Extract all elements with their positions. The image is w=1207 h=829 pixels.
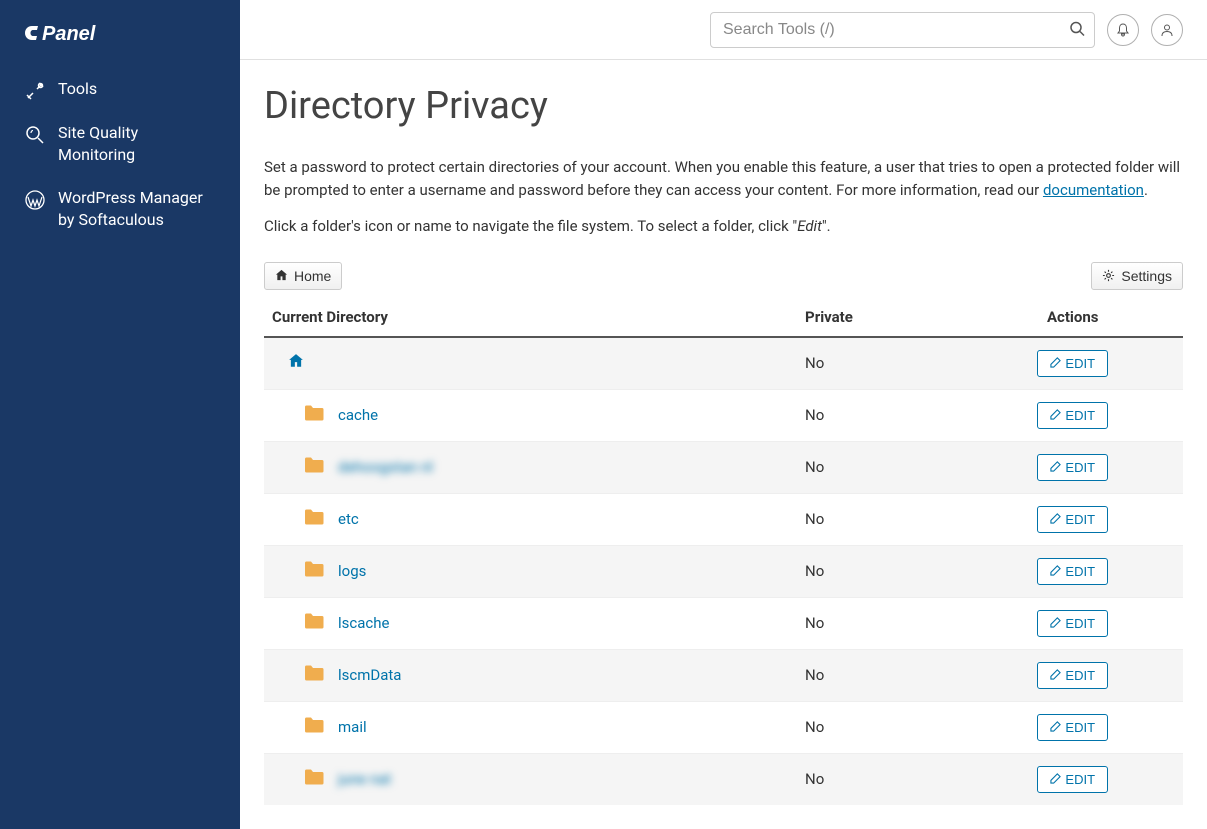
edit-button[interactable]: EDIT (1037, 766, 1108, 793)
documentation-link[interactable]: documentation (1043, 181, 1144, 199)
directory-name-link[interactable]: cache (338, 406, 378, 424)
home-button[interactable]: Home (264, 262, 342, 290)
pencil-icon (1050, 720, 1061, 735)
private-value: No (797, 597, 962, 649)
main-content: Directory Privacy Set a password to prot… (240, 0, 1207, 829)
gear-icon (1102, 269, 1115, 282)
cpanel-logo-icon: Panel (24, 20, 142, 48)
sidebar-item-label: Site Quality Monitoring (58, 122, 216, 167)
svg-text:Panel: Panel (42, 23, 96, 45)
edit-button[interactable]: EDIT (1037, 454, 1108, 481)
pencil-icon (1050, 408, 1061, 423)
sidebar-item-magnify[interactable]: Site Quality Monitoring (0, 112, 240, 177)
notifications-button[interactable] (1107, 14, 1139, 46)
tools-icon (24, 80, 46, 102)
search-button[interactable] (1065, 16, 1089, 43)
pencil-icon (1050, 564, 1061, 579)
directory-name-link[interactable]: lscmData (338, 666, 401, 684)
private-value: No (797, 545, 962, 597)
private-value: No (797, 493, 962, 545)
edit-button[interactable]: EDIT (1037, 610, 1108, 637)
directory-name-link[interactable]: etc (338, 510, 359, 528)
directory-name-link[interactable]: dehoogstan nl (338, 458, 433, 476)
table-row: cache No EDIT (264, 389, 1183, 441)
pencil-icon (1050, 356, 1061, 371)
edit-button[interactable]: EDIT (1037, 714, 1108, 741)
sidebar-item-tools[interactable]: Tools (0, 68, 240, 112)
table-row: etc No EDIT (264, 493, 1183, 545)
folder-icon[interactable] (304, 768, 324, 790)
table-row: dehoogstan nl No EDIT (264, 441, 1183, 493)
home-row-icon[interactable] (288, 353, 304, 373)
sidebar-item-wordpress[interactable]: WordPress Manager by Softaculous (0, 177, 240, 242)
private-value: No (797, 753, 962, 805)
search-input[interactable] (710, 12, 1095, 48)
folder-icon[interactable] (304, 404, 324, 426)
home-icon (275, 269, 288, 282)
table-row: mail No EDIT (264, 701, 1183, 753)
directory-name-link[interactable]: logs (338, 562, 366, 580)
folder-icon[interactable] (304, 716, 324, 738)
pencil-icon (1050, 772, 1061, 787)
pencil-icon (1050, 616, 1061, 631)
intro-paragraph-1: Set a password to protect certain direct… (264, 156, 1183, 201)
column-header-private: Private (797, 298, 962, 337)
sidebar: Panel Tools Site Quality Monitoring WordPr… (0, 0, 240, 829)
private-value: No (797, 337, 962, 390)
directory-table: Current Directory Private Actions No EDIT… (264, 298, 1183, 805)
directory-name-link[interactable]: lscache (338, 614, 389, 632)
edit-button[interactable]: EDIT (1037, 558, 1108, 585)
topbar (240, 0, 1207, 60)
edit-button[interactable]: EDIT (1037, 402, 1108, 429)
table-row: No EDIT (264, 337, 1183, 390)
folder-icon[interactable] (304, 664, 324, 686)
column-header-actions: Actions (962, 298, 1183, 337)
toolbar: Home Settings (264, 262, 1183, 290)
pencil-icon (1050, 512, 1061, 527)
edit-button[interactable]: EDIT (1037, 506, 1108, 533)
private-value: No (797, 389, 962, 441)
private-value: No (797, 441, 962, 493)
magnify-icon (24, 124, 46, 146)
edit-button[interactable]: EDIT (1037, 350, 1108, 377)
wordpress-icon (24, 189, 46, 211)
table-row: lscache No EDIT (264, 597, 1183, 649)
search-icon (1069, 20, 1085, 36)
edit-button[interactable]: EDIT (1037, 662, 1108, 689)
private-value: No (797, 649, 962, 701)
table-row: june nat No EDIT (264, 753, 1183, 805)
settings-button[interactable]: Settings (1091, 262, 1183, 290)
folder-icon[interactable] (304, 456, 324, 478)
folder-icon[interactable] (304, 508, 324, 530)
directory-name-link[interactable]: june nat (338, 770, 391, 788)
bell-icon (1116, 23, 1130, 37)
sidebar-item-label: WordPress Manager by Softaculous (58, 187, 216, 232)
search-container (710, 12, 1095, 48)
directory-name-link[interactable]: mail (338, 718, 367, 736)
folder-icon[interactable] (304, 612, 324, 634)
pencil-icon (1050, 460, 1061, 475)
table-row: logs No EDIT (264, 545, 1183, 597)
user-icon (1160, 23, 1174, 37)
private-value: No (797, 701, 962, 753)
page-title: Directory Privacy (264, 84, 1183, 128)
folder-icon[interactable] (304, 560, 324, 582)
intro-paragraph-2: Click a folder's icon or name to navigat… (264, 215, 1183, 238)
user-menu-button[interactable] (1151, 14, 1183, 46)
table-row: lscmData No EDIT (264, 649, 1183, 701)
brand-logo: Panel (0, 20, 240, 68)
sidebar-item-label: Tools (58, 78, 216, 100)
column-header-directory: Current Directory (264, 298, 797, 337)
pencil-icon (1050, 668, 1061, 683)
